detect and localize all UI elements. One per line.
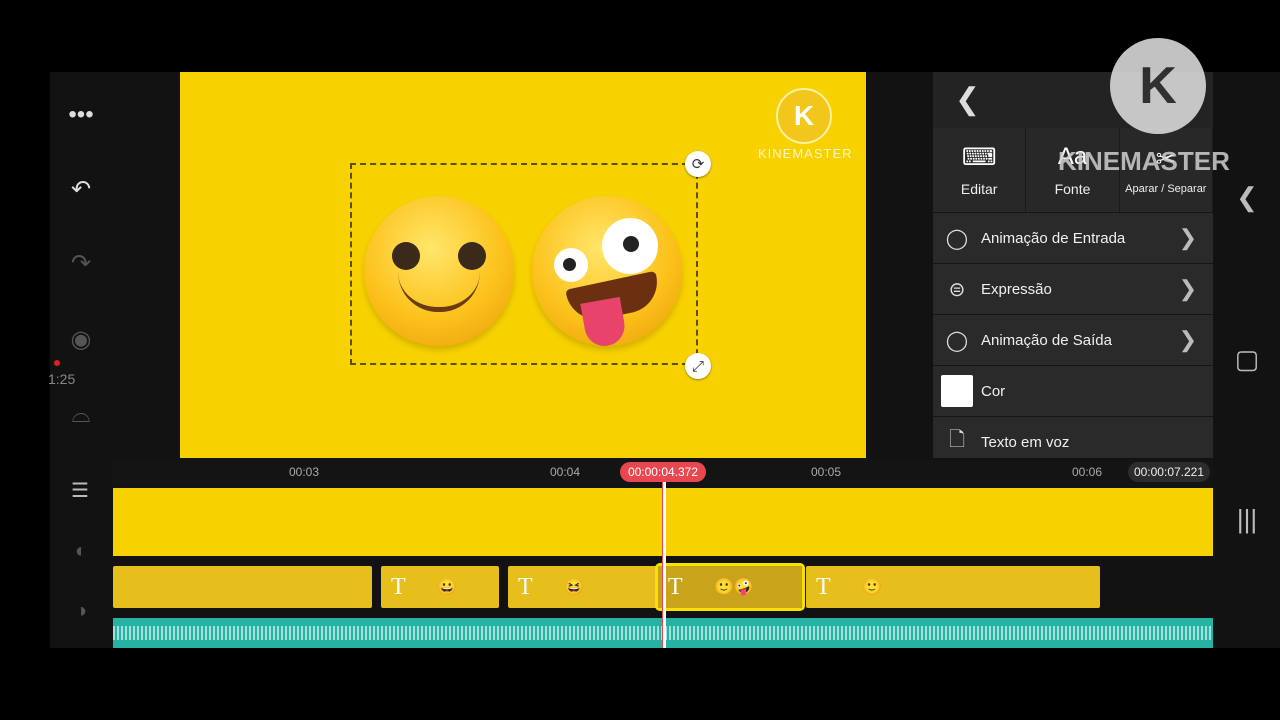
tick-label: 00:04: [550, 465, 581, 479]
text-icon: T: [391, 573, 406, 600]
emoji-icon: 😀: [437, 579, 457, 596]
tab-label: Aparar / Separar: [1125, 183, 1207, 195]
chevron-left-icon[interactable]: ❮: [1232, 182, 1262, 213]
watermark-logo: K: [776, 88, 832, 144]
chevron-right-icon: ❯: [1178, 327, 1197, 352]
tick-label: 00:03: [289, 465, 320, 479]
video-preview[interactable]: ⟳ ⤢ K KINEMASTER: [180, 72, 866, 458]
capture-icon[interactable]: ◉: [64, 322, 98, 356]
tab-editar[interactable]: ⌨ Editar: [933, 128, 1027, 212]
circle-icon: ◯: [945, 227, 969, 250]
menu-item-entrada[interactable]: ◯ Animação de Entrada ❯: [933, 212, 1213, 263]
tick-label: 00:05: [811, 465, 842, 479]
redo-icon[interactable]: ↷: [64, 246, 98, 280]
text-layer-clip-selected[interactable]: T 🙂🤪: [655, 563, 805, 611]
keyboard-icon: ⌨: [961, 144, 997, 171]
brand-overlay: KINEMASTER: [1058, 146, 1230, 176]
menu-label: Cor: [981, 382, 1006, 400]
text-layer-clip[interactable]: T 🙂: [806, 566, 1100, 608]
more-horizontal-icon[interactable]: •••: [64, 98, 98, 132]
tab-label: Editar: [960, 181, 998, 197]
playhead[interactable]: [662, 482, 666, 648]
text-layer-clip[interactable]: T 😀: [381, 566, 499, 608]
menu-label: Animação de Entrada: [981, 229, 1126, 247]
color-swatch[interactable]: [941, 375, 973, 407]
emoji-icon: 🙂🤪: [714, 579, 754, 596]
text-layer-clip[interactable]: T 😆: [508, 566, 658, 608]
menu-label: Texto em voz: [981, 433, 1070, 451]
audio-in-icon[interactable]: ◐: [64, 540, 98, 563]
timeline-expand-icon[interactable]: ☰: [63, 478, 97, 503]
tab-label: Fonte: [1054, 181, 1091, 197]
record-dot: [54, 360, 60, 366]
text-icon: T: [518, 573, 533, 600]
undo-icon[interactable]: ↶: [64, 172, 98, 206]
expression-icon: ⊜: [948, 278, 966, 301]
chevron-right-icon: ❯: [1178, 276, 1197, 301]
rotate-icon[interactable]: ⟳: [685, 151, 711, 177]
audio-out-icon[interactable]: ◑: [64, 600, 98, 623]
menu-item-saida[interactable]: ◯ Animação de Saída ❯: [933, 314, 1213, 365]
text-icon: T: [668, 573, 683, 600]
chevron-left-icon[interactable]: ❮: [955, 82, 980, 117]
text-icon: T: [816, 573, 831, 600]
selection-box[interactable]: [350, 163, 698, 365]
elapsed-time: 1:25: [48, 371, 76, 387]
recent-apps-icon[interactable]: |||: [1232, 504, 1262, 535]
tick-label: 00:06: [1072, 465, 1103, 479]
menu-label: Expressão: [981, 280, 1052, 298]
watermark-text: KINEMASTER: [758, 146, 853, 161]
curve-icon[interactable]: ⌓: [64, 398, 98, 432]
menu-label: Animação de Saída: [981, 331, 1112, 349]
kinemaster-logo: K: [1110, 38, 1206, 134]
menu-item-cor[interactable]: Cor: [933, 365, 1213, 416]
emoji-icon: 🙂: [862, 579, 882, 596]
menu-item-expressao[interactable]: ⊜ Expressão ❯: [933, 263, 1213, 314]
square-icon[interactable]: ▢: [1232, 344, 1262, 375]
chevron-right-icon: ❯: [1178, 225, 1197, 250]
emoji-icon: 😆: [564, 579, 584, 596]
text-layer-clip[interactable]: [113, 566, 372, 608]
resize-icon[interactable]: ⤢: [685, 353, 711, 379]
total-time: 00:00:07.221: [1128, 462, 1210, 482]
menu-item-texto-voz[interactable]: 🗋 Texto em voz: [933, 416, 1213, 458]
playhead-time: 00:00:04.372: [620, 462, 706, 482]
document-icon: 🗋: [948, 429, 966, 451]
circle-icon: ◯: [945, 329, 969, 352]
kinemaster-watermark: K KINEMASTER: [758, 88, 853, 161]
